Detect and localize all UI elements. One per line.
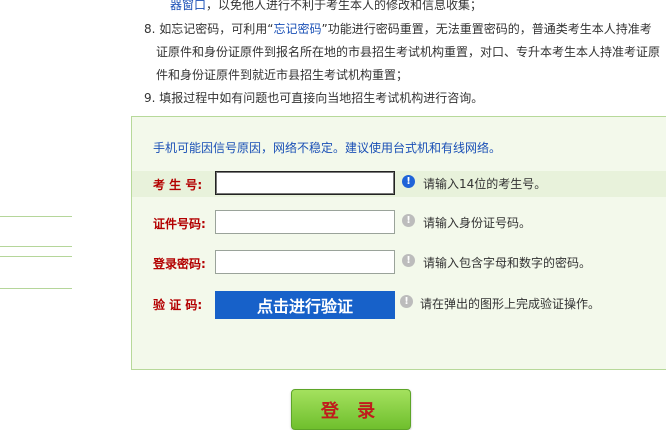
exam-number-row: 考 生 号: ! 请输入14位的考生号。: [132, 171, 666, 197]
note-8-prefix: 8. 如忘记密码，可利用“: [144, 22, 274, 36]
forgot-password-link[interactable]: 忘记密码: [273, 22, 321, 36]
note-text-0: ，以免他人进行不利于考生本人的修改和信息收集；: [206, 0, 483, 12]
exam-number-tip: 请输入14位的考生号。: [423, 177, 547, 191]
verify-label: 验 证 码:: [153, 298, 203, 312]
exam-number-label: 考 生 号:: [153, 178, 203, 192]
notes-link-window[interactable]: 器窗口: [170, 0, 206, 12]
verify-button[interactable]: 点击进行验证: [215, 291, 395, 319]
verify-row: 验 证 码: 点击进行验证 ! 请在弹出的图形上完成验证操作。: [132, 291, 666, 319]
login-button[interactable]: 登 录: [291, 389, 411, 430]
id-number-tip: 请输入身份证号码。: [423, 216, 532, 230]
left-decor-line-2: [0, 246, 72, 247]
left-decor-line-4: [0, 288, 72, 289]
password-row: 登录密码: ! 请输入包含字母和数字的密码。: [132, 250, 666, 276]
note-8-suffix: ”功能进行密码重置，无法重置密码的，普通类考生本人持准考: [321, 22, 652, 36]
info-icon: !: [402, 214, 415, 227]
network-hint: 手机可能因信号原因，网络不稳定。建议使用台式机和有线网络。: [153, 141, 502, 155]
note-line-9: 9. 填报过程中如有问题也可直接向当地招生考试机构进行咨询。: [144, 91, 484, 105]
password-input[interactable]: [215, 250, 395, 274]
note-line-8: 8. 如忘记密码，可利用“忘记密码”功能进行密码重置，无法重置密码的，普通类考生…: [144, 22, 652, 36]
left-decor-line-1: [0, 216, 72, 217]
info-icon: !: [402, 175, 415, 188]
left-decor-line-3: [0, 256, 72, 257]
exam-number-input[interactable]: [215, 171, 395, 195]
id-number-input[interactable]: [215, 210, 395, 234]
note-line-8-cont-1: 证原件和身份证原件到报名所在地的市县招生考试机构重置，对口、专升本考生本人持准考…: [156, 45, 661, 59]
id-number-row: 证件号码: ! 请输入身份证号码。: [132, 210, 666, 236]
verify-tip: 请在弹出的图形上完成验证操作。: [420, 297, 601, 311]
info-icon: !: [402, 254, 415, 267]
note-line-0: 器窗口，以免他人进行不利于考生本人的修改和信息收集；: [170, 0, 482, 12]
info-icon: !: [400, 295, 413, 308]
password-tip: 请输入包含字母和数字的密码。: [423, 256, 592, 270]
id-number-label: 证件号码:: [153, 217, 206, 231]
login-panel: 手机可能因信号原因，网络不稳定。建议使用台式机和有线网络。 考 生 号: ! 请…: [131, 116, 666, 370]
note-line-8-cont-2: 件和身份证原件到就近市县招生考试机构重置；: [156, 68, 409, 82]
password-label: 登录密码:: [153, 257, 206, 271]
